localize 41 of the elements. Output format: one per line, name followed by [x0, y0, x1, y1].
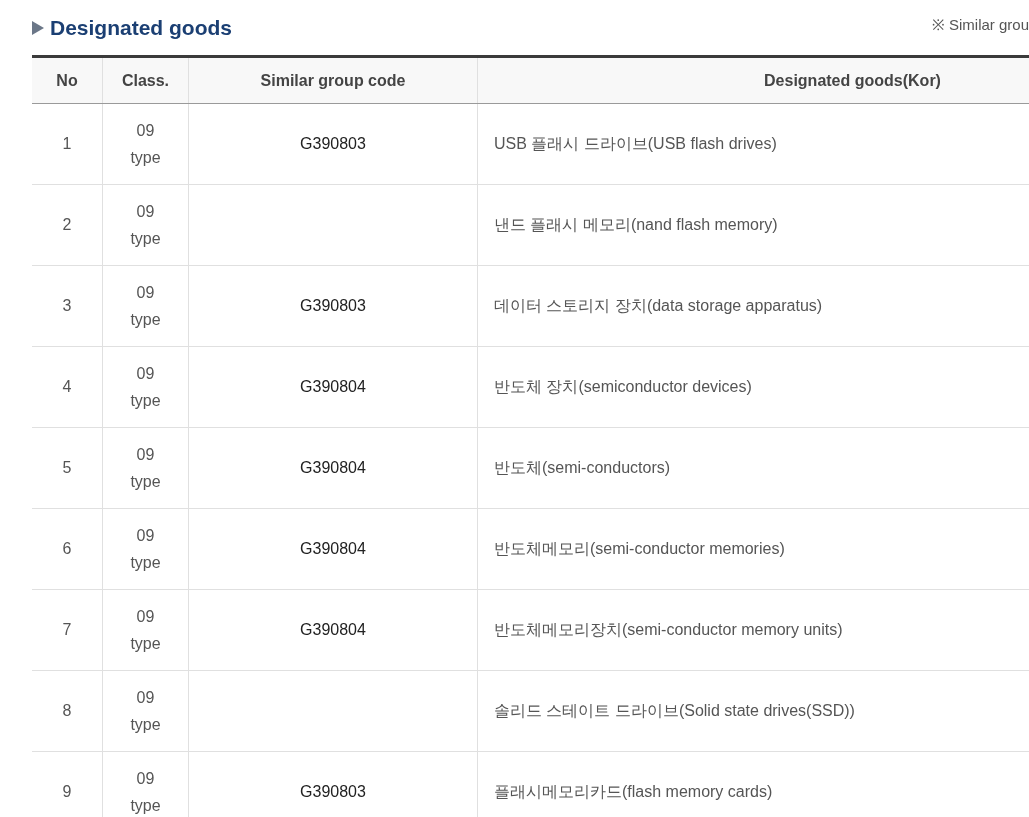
class-label: 09 type: [130, 202, 161, 249]
goods-name: 반도체메모리장치(semi-conductor memory units): [494, 620, 843, 638]
goods-name: 반도체 장치(semiconductor devices): [494, 377, 752, 395]
column-header: Designated goods(Kor): [477, 56, 1029, 104]
row-number: 3: [62, 297, 72, 314]
group-code: G390803: [300, 297, 366, 314]
goods-name: 데이터 스토리지 장치(data storage apparatus): [494, 296, 823, 314]
class-label: 09 type: [130, 445, 161, 492]
row-number: 8: [62, 702, 72, 719]
class-label: 09 type: [130, 283, 161, 330]
goods-name: USB 플래시 드라이브(USB flash drives): [494, 134, 777, 152]
row-number: 7: [62, 621, 72, 638]
row-number: 1: [62, 135, 72, 152]
group-code: G390803: [300, 783, 366, 800]
column-header: Class.: [102, 56, 189, 104]
goods-name: 낸드 플래시 메모리(nand flash memory): [494, 215, 778, 233]
group-code: G390804: [300, 621, 366, 638]
class-label: 09 type: [130, 607, 161, 654]
class-label: 09 type: [130, 769, 161, 816]
group-code: G390804: [300, 540, 366, 557]
goods-name: 반도체메모리(semi-conductor memories): [494, 539, 785, 557]
row-number: 6: [62, 540, 72, 557]
class-label: 09 type: [130, 121, 161, 168]
group-code: G390804: [300, 459, 366, 476]
row-number: 4: [62, 378, 72, 395]
group-code: G390804: [300, 378, 366, 395]
class-label: 09 type: [130, 526, 161, 573]
column-header: Similar group code: [188, 56, 478, 104]
column-header: No: [32, 56, 103, 104]
class-label: 09 type: [130, 688, 161, 735]
row-number: 5: [62, 459, 72, 476]
goods-name: 솔리드 스테이트 드라이브(Solid state drives(SSD)): [494, 701, 855, 719]
section-title: Designated goods: [50, 16, 233, 40]
note-text: ※ Similar grou: [931, 15, 1029, 34]
group-code: G390803: [300, 135, 366, 152]
goods-name: 플래시메모리카드(flash memory cards): [494, 782, 773, 800]
class-label: 09 type: [130, 364, 161, 411]
row-number: 2: [62, 216, 72, 233]
goods-name: 반도체(semi-conductors): [494, 458, 671, 476]
row-number: 9: [62, 783, 72, 800]
arrow-icon: [32, 21, 44, 35]
